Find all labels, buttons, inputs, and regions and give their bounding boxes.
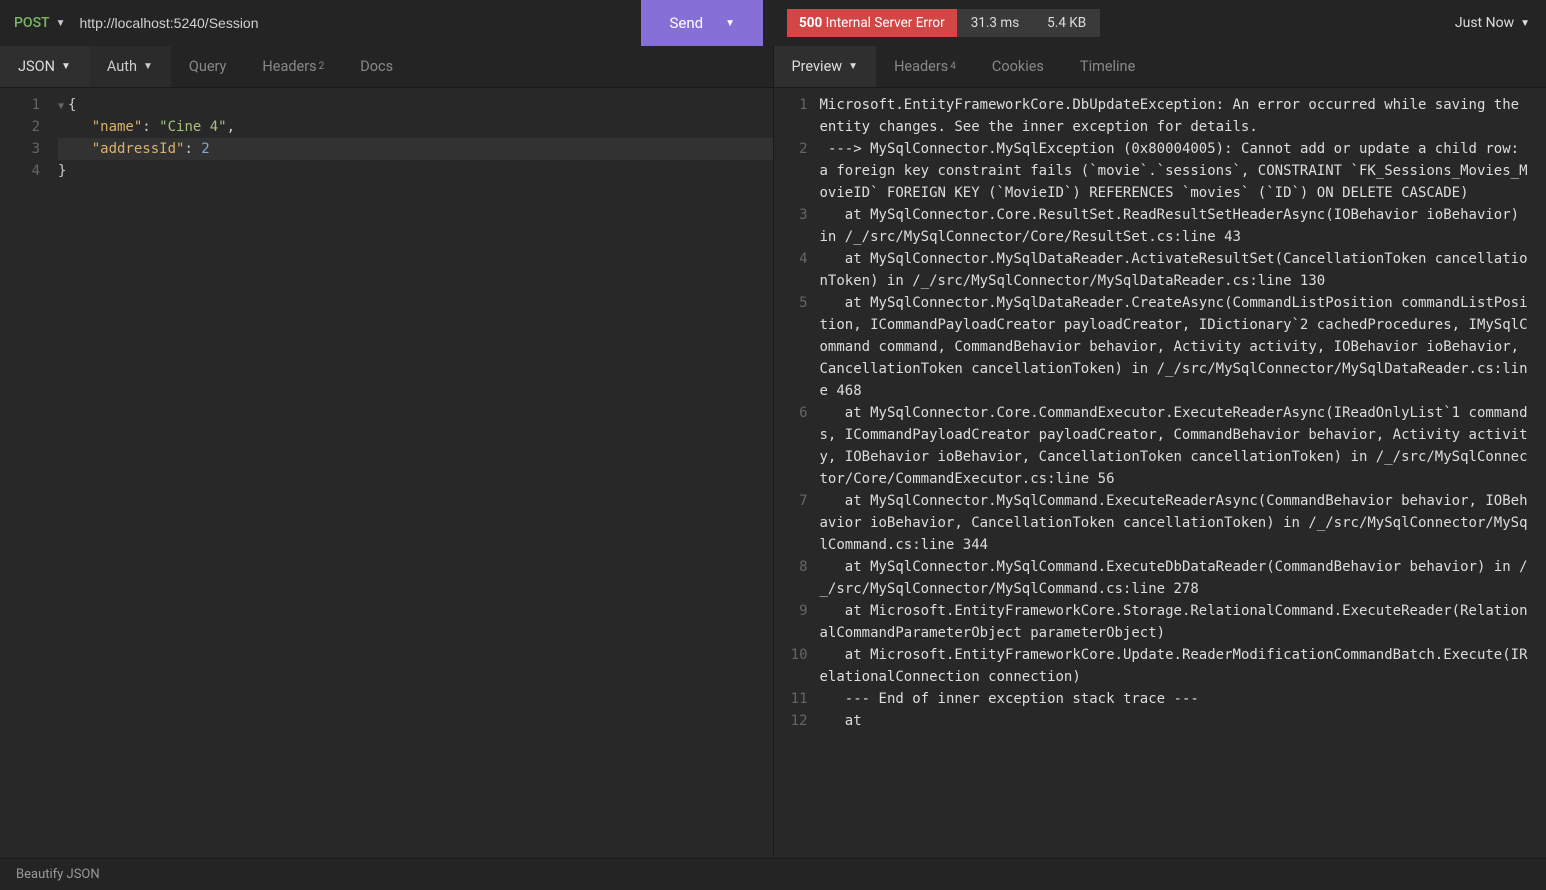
request-body-editor[interactable]: 1234 ▼{ "name": "Cine 4", "addressId": 2… xyxy=(0,88,773,858)
response-line: 7 at MySqlConnector.MySqlCommand.Execute… xyxy=(774,490,1535,556)
line-gutter: 1234 xyxy=(0,94,50,858)
tab-timeline[interactable]: Timeline xyxy=(1062,46,1153,87)
tab-query-label: Query xyxy=(189,58,227,75)
response-line-text: at MySqlConnector.MySqlCommand.ExecuteRe… xyxy=(820,490,1535,556)
response-line: 5 at MySqlConnector.MySqlDataReader.Crea… xyxy=(774,292,1535,402)
response-line-number: 8 xyxy=(774,556,820,600)
response-line-text: ---> MySqlConnector.MySqlException (0x80… xyxy=(820,138,1535,204)
tab-resp-headers-count: 4 xyxy=(950,61,956,72)
beautify-label: Beautify JSON xyxy=(16,867,100,882)
chevron-down-icon: ▼ xyxy=(725,18,735,29)
response-line-number: 6 xyxy=(774,402,820,490)
response-line-text: at MySqlConnector.Core.ResultSet.ReadRes… xyxy=(820,204,1535,248)
chevron-down-icon: ▼ xyxy=(1520,18,1530,29)
response-line-text: at xyxy=(820,710,1535,732)
response-pane: Preview ▼ Headers 4 Cookies Timeline 1Mi… xyxy=(774,46,1546,858)
history-time[interactable]: Just Now ▼ xyxy=(1455,15,1530,31)
tab-cookies[interactable]: Cookies xyxy=(974,46,1062,87)
tab-preview-label: Preview xyxy=(792,58,843,75)
split-panes: JSON ▼ Auth ▼ Query Headers 2 Docs xyxy=(0,46,1546,858)
status-bar: 500 Internal Server Error 31.3 ms 5.4 KB… xyxy=(773,0,1546,46)
method-label: POST xyxy=(14,15,50,31)
status-badge: 500 Internal Server Error xyxy=(787,9,957,37)
tab-resp-headers[interactable]: Headers 4 xyxy=(876,46,974,87)
url-input[interactable] xyxy=(80,15,642,31)
footer-right xyxy=(781,858,1546,890)
response-line-number: 4 xyxy=(774,248,820,292)
response-line-text: at MySqlConnector.MySqlCommand.ExecuteDb… xyxy=(820,556,1535,600)
size-pill: 5.4 KB xyxy=(1033,9,1100,37)
response-line-text: at MySqlConnector.MySqlDataReader.Create… xyxy=(820,292,1535,402)
tab-preview[interactable]: Preview ▼ xyxy=(774,46,877,87)
response-line: 9 at Microsoft.EntityFrameworkCore.Stora… xyxy=(774,600,1535,644)
response-line-text: at MySqlConnector.Core.CommandExecutor.E… xyxy=(820,402,1535,490)
send-label: Send xyxy=(669,14,703,32)
tab-auth[interactable]: Auth ▼ xyxy=(89,46,171,87)
response-tabs: Preview ▼ Headers 4 Cookies Timeline xyxy=(774,46,1546,88)
response-line-text: --- End of inner exception stack trace -… xyxy=(820,688,1535,710)
tab-auth-label: Auth xyxy=(107,58,137,75)
chevron-down-icon: ▼ xyxy=(848,61,858,72)
response-line-text: at Microsoft.EntityFrameworkCore.Storage… xyxy=(820,600,1535,644)
tab-timeline-label: Timeline xyxy=(1080,58,1135,75)
response-line: 12 at xyxy=(774,710,1535,732)
response-line: 2 ---> MySqlConnector.MySqlException (0x… xyxy=(774,138,1535,204)
response-line: 6 at MySqlConnector.Core.CommandExecutor… xyxy=(774,402,1535,490)
tab-headers[interactable]: Headers 2 xyxy=(244,46,342,87)
response-line-number: 9 xyxy=(774,600,820,644)
response-line-number: 5 xyxy=(774,292,820,402)
method-select[interactable]: POST ▼ xyxy=(14,15,66,31)
response-line-text: at Microsoft.EntityFrameworkCore.Update.… xyxy=(820,644,1535,688)
response-line-number: 1 xyxy=(774,94,820,138)
response-line-number: 3 xyxy=(774,204,820,248)
response-body[interactable]: 1Microsoft.EntityFrameworkCore.DbUpdateE… xyxy=(774,88,1546,858)
footer-row: Beautify JSON xyxy=(0,858,1546,890)
tab-docs[interactable]: Docs xyxy=(342,46,411,87)
beautify-json[interactable]: Beautify JSON xyxy=(0,858,781,890)
chevron-down-icon: ▼ xyxy=(56,18,66,29)
request-tabs: JSON ▼ Auth ▼ Query Headers 2 Docs xyxy=(0,46,773,88)
request-bar: POST ▼ Send ▼ xyxy=(0,0,773,46)
response-line-text: Microsoft.EntityFrameworkCore.DbUpdateEx… xyxy=(820,94,1535,138)
response-line: 4 at MySqlConnector.MySqlDataReader.Acti… xyxy=(774,248,1535,292)
response-line-number: 2 xyxy=(774,138,820,204)
chevron-down-icon: ▼ xyxy=(143,61,153,72)
response-line-number: 12 xyxy=(774,710,820,732)
response-line-number: 7 xyxy=(774,490,820,556)
tab-query[interactable]: Query xyxy=(171,46,245,87)
tab-cookies-label: Cookies xyxy=(992,58,1044,75)
response-line: 3 at MySqlConnector.Core.ResultSet.ReadR… xyxy=(774,204,1535,248)
response-line: 10 at Microsoft.EntityFrameworkCore.Upda… xyxy=(774,644,1535,688)
response-line-number: 10 xyxy=(774,644,820,688)
tab-headers-count: 2 xyxy=(319,61,325,72)
tab-resp-headers-label: Headers xyxy=(894,58,948,75)
response-line: 1Microsoft.EntityFrameworkCore.DbUpdateE… xyxy=(774,94,1535,138)
chevron-down-icon: ▼ xyxy=(61,61,71,72)
time-pill: 31.3 ms xyxy=(957,9,1033,37)
tab-body-label: JSON xyxy=(18,58,55,75)
when-label: Just Now xyxy=(1455,15,1514,31)
response-line-number: 11 xyxy=(774,688,820,710)
request-pane: JSON ▼ Auth ▼ Query Headers 2 Docs xyxy=(0,46,774,858)
tab-body[interactable]: JSON ▼ xyxy=(0,46,89,87)
app-root: POST ▼ Send ▼ 500 Internal Server Error … xyxy=(0,0,1546,890)
top-row: POST ▼ Send ▼ 500 Internal Server Error … xyxy=(0,0,1546,46)
code-area[interactable]: ▼{ "name": "Cine 4", "addressId": 2 } xyxy=(50,94,773,858)
tab-docs-label: Docs xyxy=(360,58,393,75)
response-line: 8 at MySqlConnector.MySqlCommand.Execute… xyxy=(774,556,1535,600)
send-button[interactable]: Send ▼ xyxy=(641,0,763,46)
response-line: 11 --- End of inner exception stack trac… xyxy=(774,688,1535,710)
tab-headers-label: Headers xyxy=(262,58,316,75)
status-code: 500 xyxy=(799,15,822,31)
status-text: Internal Server Error xyxy=(826,15,945,31)
response-line-text: at MySqlConnector.MySqlDataReader.Activa… xyxy=(820,248,1535,292)
